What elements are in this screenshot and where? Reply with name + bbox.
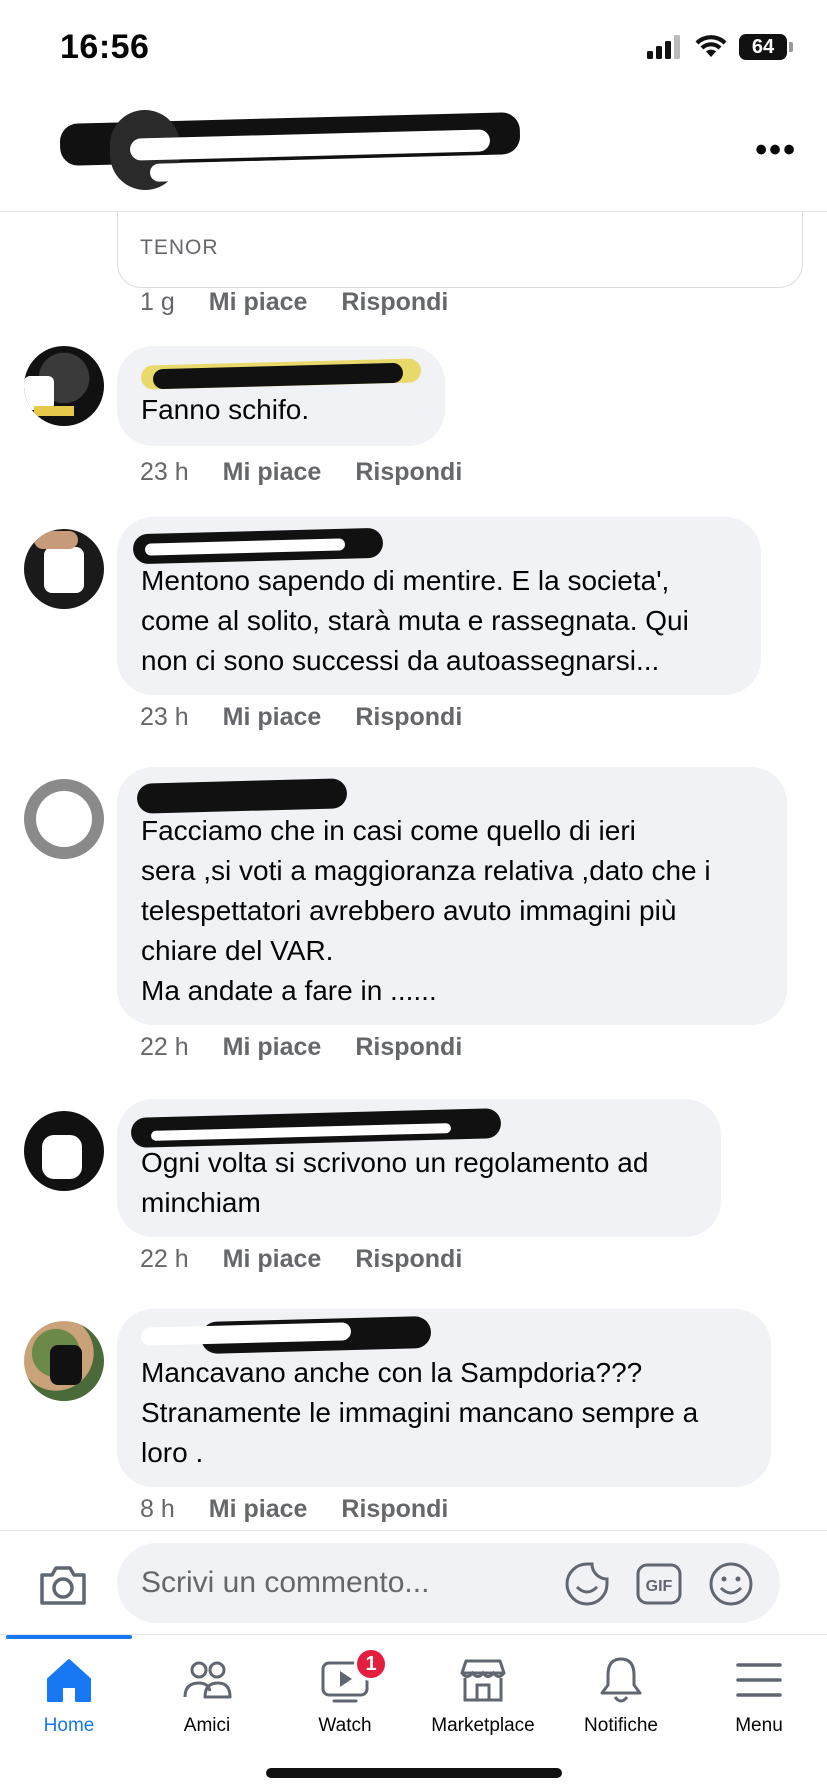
comment-time: 23 h [140,458,189,486]
like-button[interactable]: Mi piace [209,1495,308,1524]
wifi-icon [695,35,727,57]
gif-icon[interactable]: GIF [636,1561,682,1607]
comment-time: 1 g [140,288,175,316]
avatar[interactable] [24,1321,104,1401]
friends-icon [183,1661,232,1699]
tab-label: Amici [183,1715,231,1736]
like-button[interactable]: Mi piace [209,288,308,317]
comment-text: Mancavano anche con la Sampdoria??? Stra… [141,1357,699,1468]
comment-time: 8 h [140,1495,175,1523]
status-time: 16:56 [60,28,150,66]
tab-marketplace[interactable]: Marketplace [414,1653,552,1753]
avatar[interactable] [24,779,104,859]
comment-composer: GIF [0,1530,827,1634]
reply-button[interactable]: Rispondi [355,458,462,487]
redacted-commenter-name [132,517,737,565]
tab-label: Home [43,1715,95,1736]
redacted-commenter-name [140,346,422,390]
avatar[interactable] [24,1111,104,1191]
tab-label: Marketplace [431,1715,535,1736]
tab-notifications[interactable]: Notifiche [552,1653,690,1753]
comment-time: 23 h [140,703,189,731]
reply-button[interactable]: Rispondi [341,288,448,317]
comment-bubble: Mancavano anche con la Sampdoria??? Stra… [117,1309,771,1487]
tab-label: Notifiche [584,1715,658,1736]
comment-bubble: Mentono sapendo di mentire. E la societa… [117,517,761,695]
notification-badge: 1 [354,1647,388,1681]
comment-bubble: Facciamo che in casi come quello di ieri… [117,767,787,1025]
bottom-tab-bar: Home Amici 1 Watch Marketplace Notifiche… [0,1634,827,1790]
gif-provider-label: TENOR [140,236,219,259]
comment-text: Facciamo che in casi come quello di ieri… [141,815,711,1006]
marketplace-icon [460,1659,506,1702]
comment-meta: 22 h Mi piace Rispondi [140,1033,462,1062]
comment-bubble: Fanno schifo. [117,346,445,446]
status-bar: 16:56 64 [0,0,827,100]
home-indicator [266,1768,562,1778]
redacted-commenter-name [136,767,763,814]
reply-button[interactable]: Rispondi [341,1495,448,1524]
comment-text: Ogni volta si scrivono un regolamento ad… [141,1147,649,1218]
battery-icon: 64 [739,34,793,60]
reply-button[interactable]: Rispondi [355,1033,462,1062]
comment-meta: 22 h Mi piace Rispondi [140,1245,462,1274]
like-button[interactable]: Mi piace [223,1245,322,1274]
signal-icon [647,35,680,59]
reply-button[interactable]: Rispondi [355,1245,462,1274]
bell-icon [600,1657,642,1703]
redacted-commenter-name [130,1099,697,1148]
tab-friends[interactable]: Amici [138,1653,276,1753]
like-button[interactable]: Mi piace [223,703,322,732]
tab-watch[interactable]: 1 Watch [276,1647,414,1753]
comment-meta: 23 h Mi piace Rispondi [140,703,462,732]
battery-level: 64 [739,34,787,60]
avatar[interactable] [24,346,104,426]
comment-time: 22 h [140,1245,189,1273]
comment-time: 22 h [140,1033,189,1061]
comment-meta: 8 h Mi piace Rispondi [140,1495,448,1524]
tab-label: Menu [735,1715,783,1736]
status-icons: 64 [647,34,793,60]
post-header: ••• [0,100,827,212]
menu-icon [736,1663,782,1697]
comments-feed: TENOR 1 g Mi piace Rispondi Fanno schifo… [0,212,827,1530]
tab-home[interactable]: Home [0,1653,138,1753]
gif-attachment[interactable]: TENOR [117,212,803,288]
comment-text: Mentono sapendo di mentire. E la societa… [141,565,689,676]
redacted-commenter-name [140,1309,747,1355]
emoji-icon[interactable] [708,1561,754,1607]
tab-menu[interactable]: Menu [690,1653,827,1753]
sticker-icon[interactable] [564,1561,610,1607]
tab-label: Watch [318,1715,372,1736]
home-icon [47,1659,91,1702]
comment-meta: 1 g Mi piace Rispondi [140,288,448,317]
redaction-mark [149,160,291,182]
avatar[interactable] [24,529,104,609]
like-button[interactable]: Mi piace [223,1033,322,1062]
active-tab-indicator [6,1635,132,1639]
comment-bubble: Ogni volta si scrivono un regolamento ad… [117,1099,721,1237]
svg-text:GIF: GIF [646,1578,673,1595]
reply-button[interactable]: Rispondi [355,703,462,732]
comment-meta: 23 h Mi piace Rispondi [140,458,462,487]
comment-text: Fanno schifo. [141,394,310,425]
camera-icon[interactable] [38,1563,88,1607]
like-button[interactable]: Mi piace [223,458,322,487]
more-options-button[interactable]: ••• [755,133,797,167]
